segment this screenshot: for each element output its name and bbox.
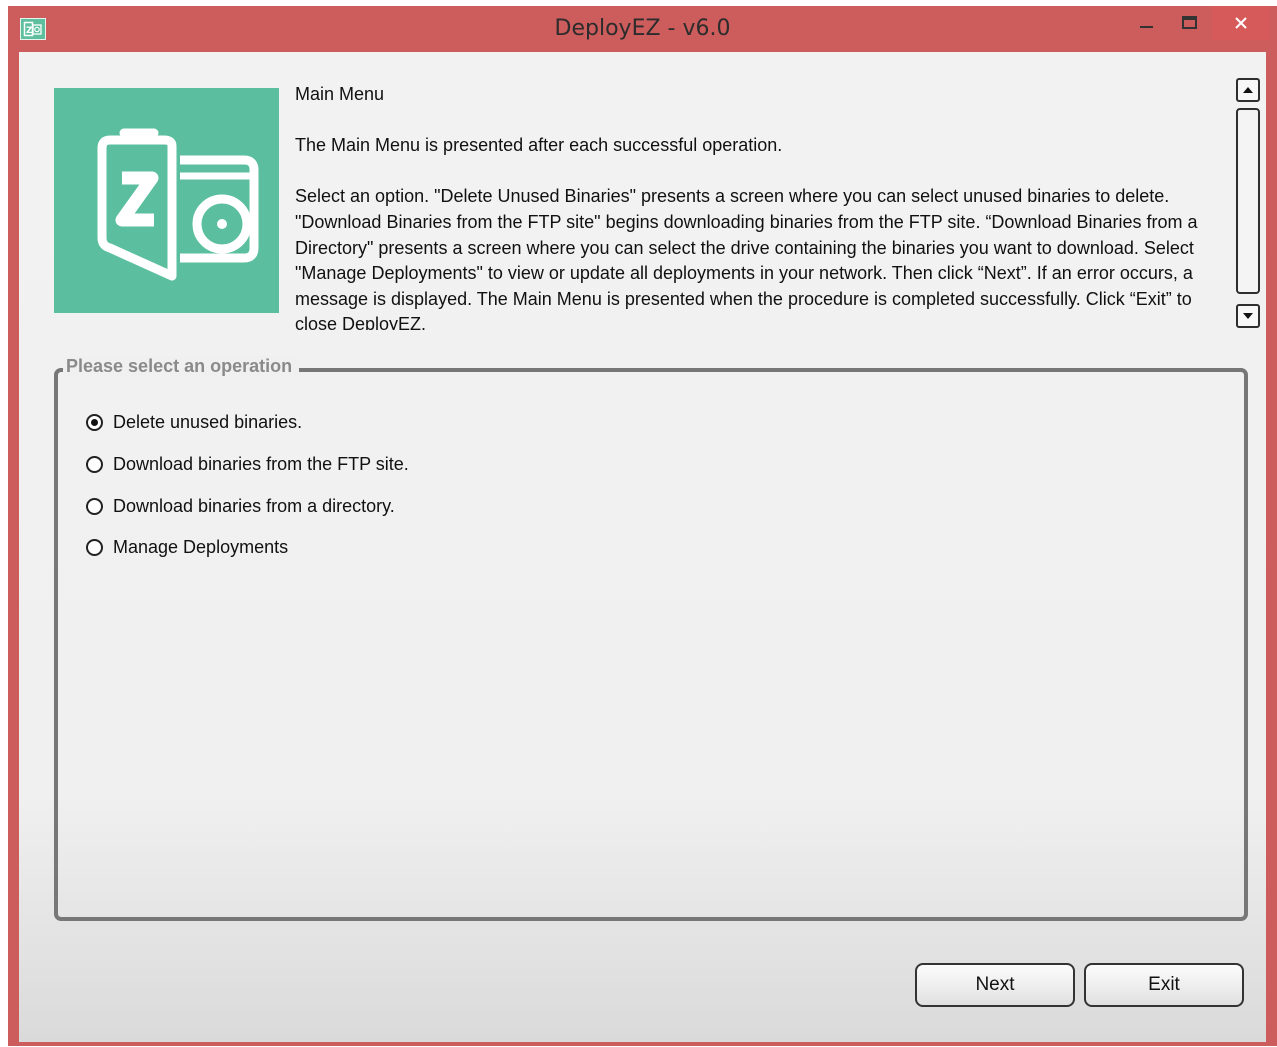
option-manage-deployments[interactable]: Manage Deployments	[86, 535, 288, 559]
minimize-button[interactable]	[1125, 6, 1169, 40]
option-label: Download binaries from the FTP site.	[113, 453, 409, 474]
title-bar[interactable]: Z DeployEZ - v6.0	[8, 6, 1277, 52]
option-download-directory[interactable]: Download binaries from a directory.	[86, 494, 395, 518]
deployez-logo-icon	[97, 128, 259, 281]
minimize-icon	[1140, 26, 1153, 28]
radio-button[interactable]	[86, 455, 103, 473]
help-paragraph: The Main Menu is presented after each su…	[295, 135, 783, 156]
scroll-up-button[interactable]	[1236, 78, 1260, 102]
maximize-button[interactable]	[1168, 6, 1212, 40]
radio-button[interactable]	[86, 538, 103, 556]
help-paragraph: Select an option. "Delete Unused Binarie…	[295, 186, 1198, 330]
help-scrollbar[interactable]	[1235, 76, 1263, 330]
scrollbar-track[interactable]	[1236, 108, 1260, 294]
option-download-ftp[interactable]: Download binaries from the FTP site.	[86, 452, 409, 476]
deployez-logo	[54, 88, 279, 313]
next-button[interactable]: Next	[915, 963, 1075, 1007]
operation-groupbox: Please select an operation Delete unused…	[54, 356, 1248, 921]
option-delete-unused-binaries[interactable]: Delete unused binaries.	[86, 410, 302, 434]
option-label: Manage Deployments	[113, 536, 289, 557]
help-heading: Main Menu	[295, 84, 385, 104]
operation-group-legend: Please select an operation	[63, 356, 300, 377]
main-panel: Main Menu The Main Menu is presented aft…	[19, 52, 1266, 1042]
window-title: DeployEZ - v6.0	[554, 16, 731, 41]
scroll-up-arrow-icon	[1243, 87, 1253, 93]
close-icon	[1235, 17, 1247, 29]
option-label: Download binaries from a directory.	[113, 495, 395, 516]
radio-button[interactable]	[86, 413, 103, 431]
app-window: Z DeployEZ - v6.0 Main Menu The Main Men…	[8, 6, 1277, 1046]
option-label: Delete unused binaries.	[113, 411, 303, 432]
radio-button[interactable]	[86, 497, 103, 515]
close-button[interactable]	[1212, 6, 1270, 40]
exit-button[interactable]: Exit	[1084, 963, 1244, 1007]
help-text-area[interactable]: Main Menu The Main Menu is presented aft…	[295, 82, 1225, 330]
scroll-down-arrow-icon	[1243, 313, 1253, 319]
maximize-icon	[1182, 16, 1197, 29]
scroll-down-button[interactable]	[1236, 304, 1260, 328]
